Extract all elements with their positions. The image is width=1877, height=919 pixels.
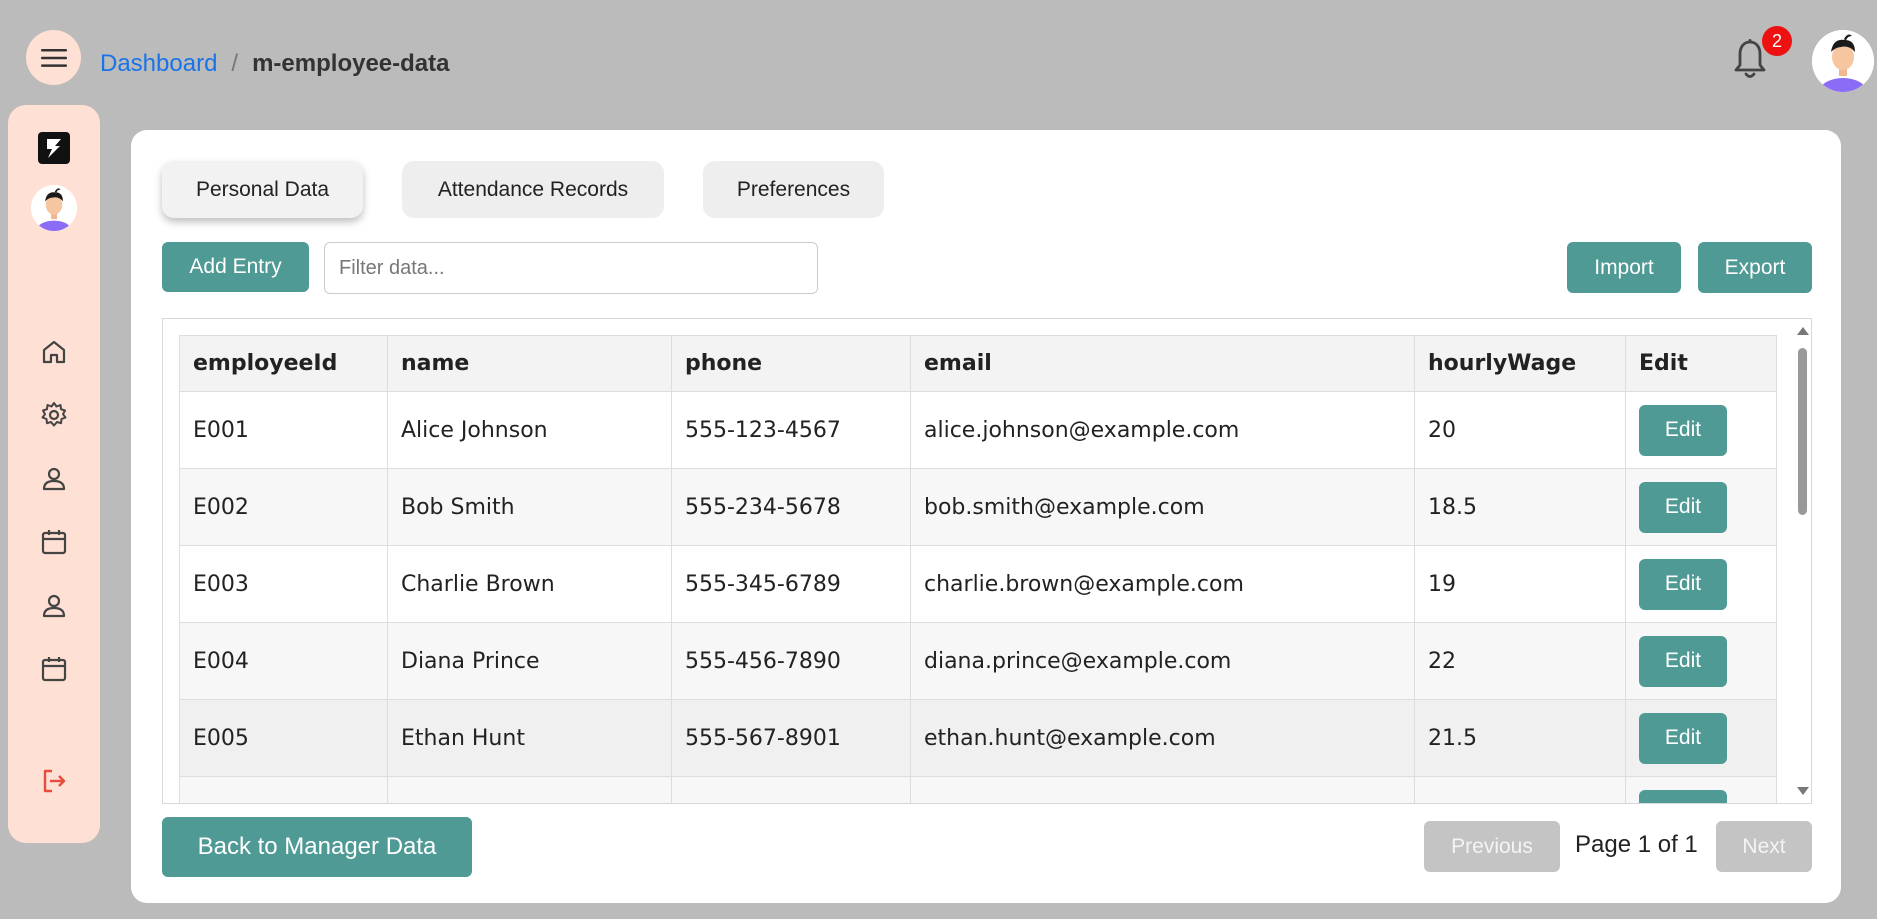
cell-email: alice.johnson@example.com bbox=[910, 391, 1415, 469]
table-row: E002 Bob Smith 555-234-5678 bob.smith@ex… bbox=[179, 468, 1777, 546]
cell-phone: 555-234-5678 bbox=[671, 468, 911, 546]
user-icon[interactable] bbox=[40, 465, 68, 493]
sidebar-avatar[interactable] bbox=[31, 185, 77, 231]
cell-name: Ethan Hunt bbox=[387, 699, 672, 777]
hamburger-icon bbox=[40, 48, 67, 67]
cell-empty bbox=[910, 776, 1415, 803]
cell-employee-id: E002 bbox=[179, 468, 388, 546]
cell-phone: 555-345-6789 bbox=[671, 545, 911, 623]
table-row: E003 Charlie Brown 555-345-6789 charlie.… bbox=[179, 545, 1777, 623]
cell-employee-id: E004 bbox=[179, 622, 388, 700]
tab-personal-data[interactable]: Personal Data bbox=[162, 161, 363, 218]
employee-table: employeeId name phone email hourlyWage E… bbox=[179, 335, 1777, 803]
table-header-row: employeeId name phone email hourlyWage E… bbox=[179, 335, 1777, 392]
table-row: E004 Diana Prince 555-456-7890 diana.pri… bbox=[179, 622, 1777, 700]
user-avatar-illustration bbox=[31, 185, 77, 231]
table-row: E005 Ethan Hunt 555-567-8901 ethan.hunt@… bbox=[179, 699, 1777, 777]
filter-input[interactable] bbox=[324, 242, 818, 294]
cell-empty bbox=[387, 776, 672, 803]
cell-employee-id: E003 bbox=[179, 545, 388, 623]
cell-name: Diana Prince bbox=[387, 622, 672, 700]
cell-edit: Edit bbox=[1625, 391, 1777, 469]
column-header[interactable]: phone bbox=[671, 335, 911, 392]
gear-icon[interactable] bbox=[40, 401, 68, 429]
cell-hourly-wage: 19 bbox=[1414, 545, 1626, 623]
cell-email: bob.smith@example.com bbox=[910, 468, 1415, 546]
notification-badge: 2 bbox=[1762, 26, 1792, 56]
export-button[interactable]: Export bbox=[1698, 242, 1812, 293]
cell-phone: 555-456-7890 bbox=[671, 622, 911, 700]
data-table-container[interactable]: employeeId name phone email hourlyWage E… bbox=[162, 318, 1812, 804]
tab-preferences[interactable]: Preferences bbox=[703, 161, 884, 218]
cell-hourly-wage: 21.5 bbox=[1414, 699, 1626, 777]
home-icon[interactable] bbox=[40, 338, 68, 366]
cell-hourly-wage: 22 bbox=[1414, 622, 1626, 700]
user-icon[interactable] bbox=[40, 592, 68, 620]
app-logo[interactable] bbox=[38, 132, 70, 164]
cell-empty bbox=[1414, 776, 1626, 803]
back-to-manager-data-button[interactable]: Back to Manager Data bbox=[162, 817, 472, 877]
previous-button[interactable]: Previous bbox=[1424, 821, 1560, 872]
edit-button[interactable]: Edit bbox=[1639, 404, 1727, 456]
cell-phone: 555-567-8901 bbox=[671, 699, 911, 777]
column-header[interactable]: email bbox=[910, 335, 1415, 392]
calendar-icon[interactable] bbox=[40, 528, 68, 556]
logout-icon[interactable] bbox=[40, 767, 68, 795]
calendar-icon[interactable] bbox=[40, 655, 68, 683]
edit-button[interactable]: Edit bbox=[1639, 712, 1727, 764]
cell-hourly-wage: 20 bbox=[1414, 391, 1626, 469]
breadcrumb: Dashboard / m-employee-data bbox=[100, 50, 449, 78]
cell-phone: 555-123-4567 bbox=[671, 391, 911, 469]
main-card: Personal Data Attendance Records Prefere… bbox=[131, 130, 1841, 903]
scrollbar-thumb[interactable] bbox=[1798, 348, 1807, 515]
cell-edit: Edit bbox=[1625, 545, 1777, 623]
column-header[interactable]: hourlyWage bbox=[1414, 335, 1626, 392]
cell-email: charlie.brown@example.com bbox=[910, 545, 1415, 623]
edit-button[interactable]: Edit bbox=[1639, 635, 1727, 687]
breadcrumb-dashboard-link[interactable]: Dashboard bbox=[100, 50, 217, 78]
cell-employee-id: E001 bbox=[179, 391, 388, 469]
edit-button-partial[interactable] bbox=[1639, 789, 1727, 803]
cell-email: diana.prince@example.com bbox=[910, 622, 1415, 700]
cell-name: Charlie Brown bbox=[387, 545, 672, 623]
user-avatar-illustration bbox=[1812, 30, 1874, 92]
add-entry-button[interactable]: Add Entry bbox=[162, 242, 309, 292]
cell-email: ethan.hunt@example.com bbox=[910, 699, 1415, 777]
table-row-partial bbox=[179, 776, 1777, 803]
column-header: Edit bbox=[1625, 335, 1777, 392]
bolt-logo-icon bbox=[47, 139, 61, 158]
page-indicator: Page 1 of 1 bbox=[1575, 831, 1698, 858]
tab-attendance-records[interactable]: Attendance Records bbox=[402, 161, 664, 218]
cell-name: Bob Smith bbox=[387, 468, 672, 546]
menu-button[interactable] bbox=[26, 30, 81, 85]
breadcrumb-current: m-employee-data bbox=[252, 50, 450, 77]
cell-edit bbox=[1625, 776, 1777, 803]
next-button[interactable]: Next bbox=[1716, 821, 1812, 872]
import-button[interactable]: Import bbox=[1567, 242, 1681, 293]
avatar[interactable] bbox=[1812, 30, 1874, 92]
cell-edit: Edit bbox=[1625, 622, 1777, 700]
breadcrumb-separator: / bbox=[231, 50, 239, 77]
cell-empty bbox=[671, 776, 911, 803]
cell-employee-id: E005 bbox=[179, 699, 388, 777]
scroll-down-arrow-icon[interactable] bbox=[1797, 787, 1809, 795]
edit-button[interactable]: Edit bbox=[1639, 481, 1727, 533]
column-header[interactable]: name bbox=[387, 335, 672, 392]
cell-hourly-wage: 18.5 bbox=[1414, 468, 1626, 546]
sidebar bbox=[8, 105, 100, 843]
table-scrollbar[interactable] bbox=[1793, 319, 1811, 803]
cell-edit: Edit bbox=[1625, 699, 1777, 777]
table-row: E001 Alice Johnson 555-123-4567 alice.jo… bbox=[179, 391, 1777, 469]
column-header[interactable]: employeeId bbox=[179, 335, 388, 392]
edit-button[interactable]: Edit bbox=[1639, 558, 1727, 610]
scroll-up-arrow-icon[interactable] bbox=[1797, 327, 1809, 335]
cell-edit: Edit bbox=[1625, 468, 1777, 546]
cell-name: Alice Johnson bbox=[387, 391, 672, 469]
cell-empty bbox=[179, 776, 388, 803]
